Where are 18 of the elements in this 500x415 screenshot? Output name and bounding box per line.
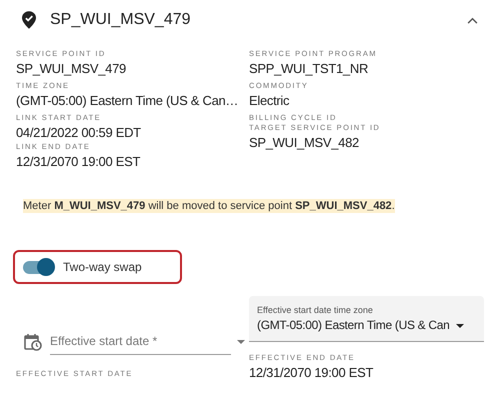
time-zone-select[interactable]: Effective start date time zone (GMT-05:00) Eastern Time (US & Can [249, 296, 484, 342]
toggle-label: Two-way swap [63, 260, 142, 274]
toggle-switch[interactable] [23, 260, 53, 274]
field-value: (GMT-05:00) Eastern Time (US & Can… [16, 92, 238, 110]
field-value: SP_WUI_MSV_482 [249, 134, 359, 152]
field-value: 04/21/2022 00:59 EDT [16, 124, 141, 142]
calendar-clock-icon [24, 333, 42, 351]
start-date-field[interactable]: Effective start date * [50, 328, 231, 355]
notice-message: Meter M_WUI_MSV_479 will be moved to service point SP_WUI_MSV_482. [23, 199, 395, 213]
field-value: Electric [249, 92, 290, 110]
dropdown-caret-icon[interactable] [237, 340, 245, 344]
field-value: 12/31/2070 19:00 EST [249, 364, 374, 382]
field-value: SPP_WUI_TST1_NR [249, 60, 368, 78]
header-title: SP_WUI_MSV_479 [50, 11, 191, 29]
map-pin-check-icon [22, 11, 36, 29]
field-value: SP_WUI_MSV_479 [16, 60, 126, 78]
chevron-icon[interactable] [467, 16, 478, 24]
field-value: 12/31/2070 19:00 EST [16, 153, 140, 171]
